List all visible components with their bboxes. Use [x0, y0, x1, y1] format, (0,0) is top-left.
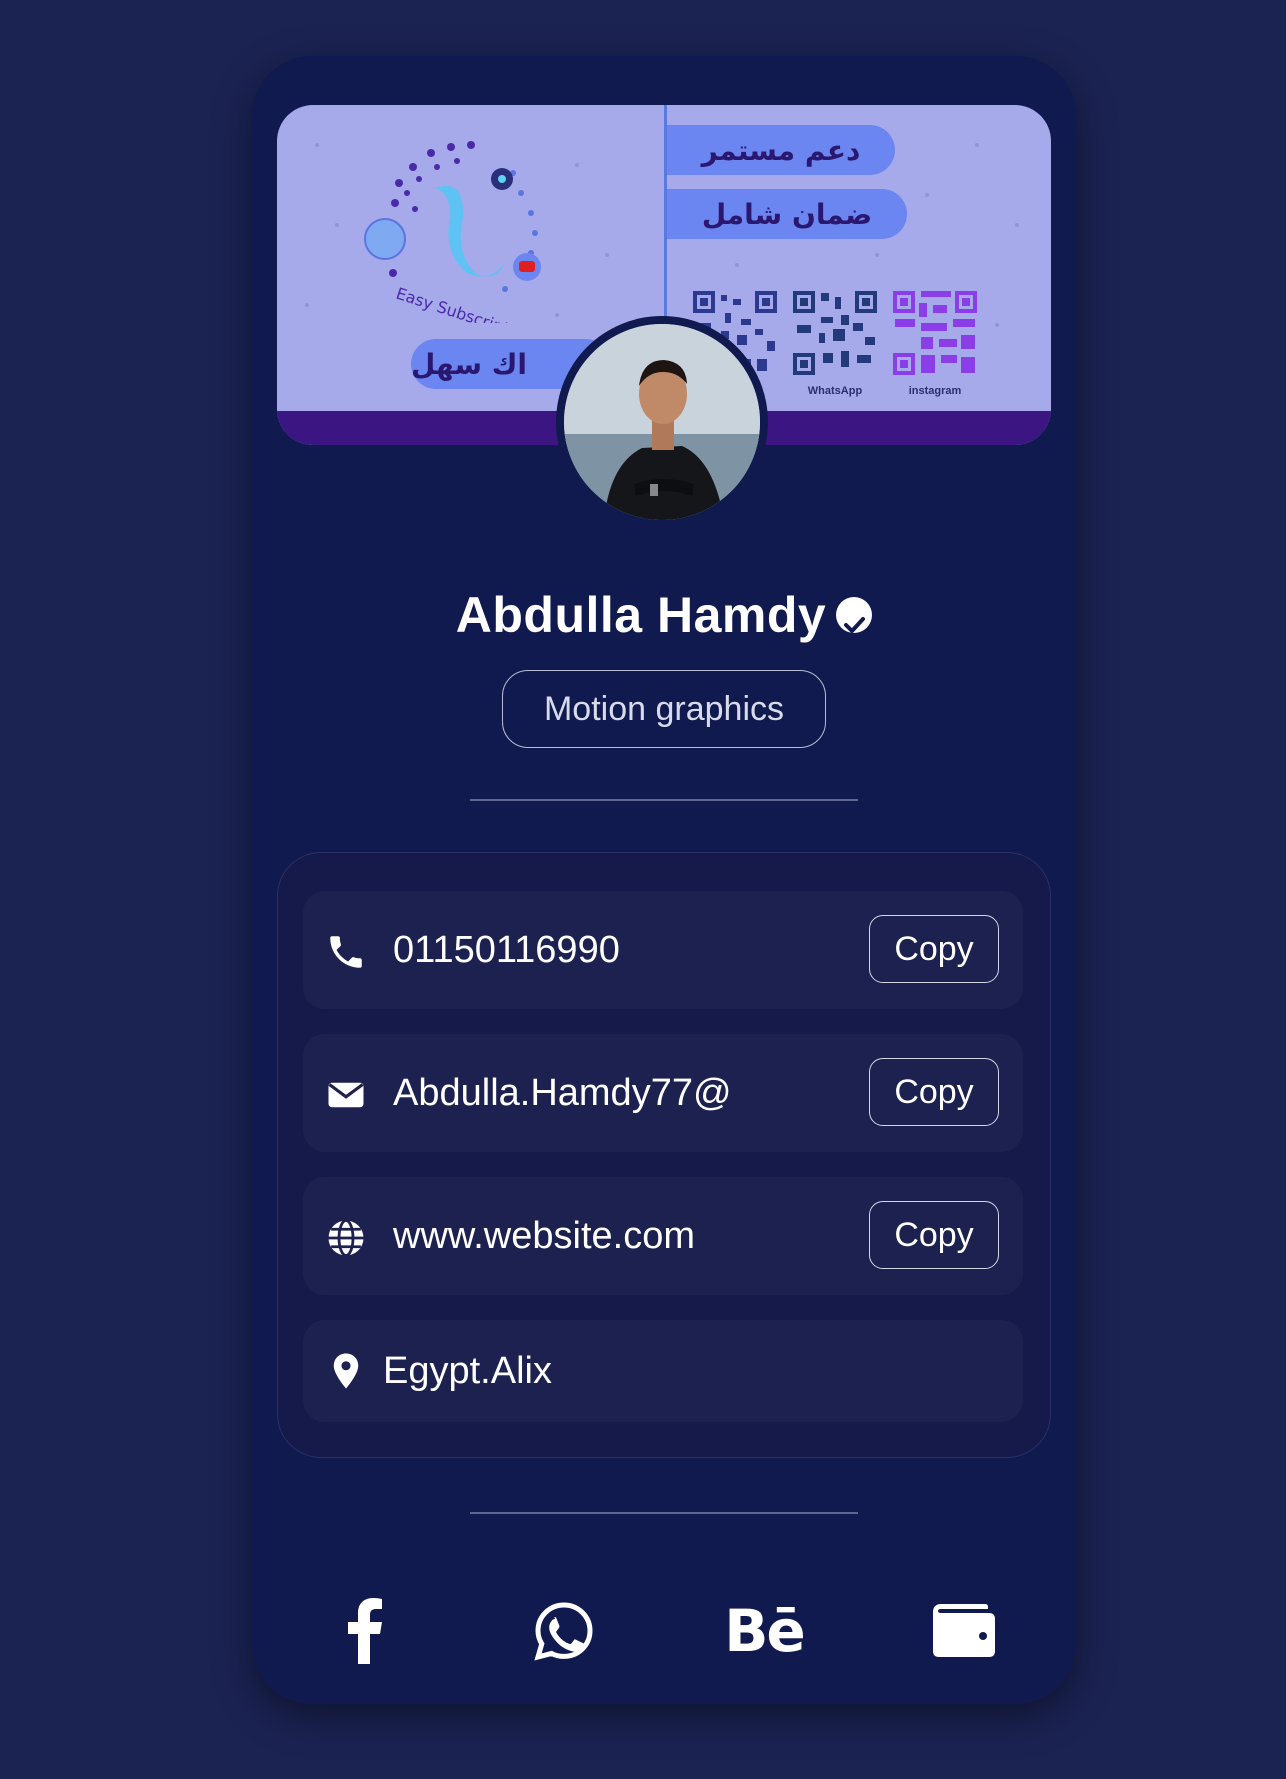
contact-row-phone: 01150116990 Copy	[303, 891, 1023, 1009]
behance-link[interactable]: Bē	[724, 1591, 806, 1671]
phone-icon	[330, 936, 362, 968]
phone-value: 01150116990	[393, 928, 620, 971]
avatar	[556, 316, 768, 528]
check-circle-icon	[836, 596, 873, 633]
copy-email-button[interactable]: Copy	[869, 1058, 999, 1126]
qr-label-whatsapp: WhatsApp	[807, 385, 863, 397]
email-value: Abdulla.Hamdy77@	[393, 1071, 732, 1114]
wallet-link[interactable]	[924, 1591, 1004, 1671]
website-value: www.website.com	[393, 1214, 695, 1257]
whatsapp-icon	[534, 1602, 593, 1661]
banner-pill-continuous-support: دعم مستمر	[667, 125, 895, 175]
wallet-icon	[933, 1604, 995, 1657]
profile-card: Easy Subscription دعم مستمر ضمان شامل اك…	[252, 56, 1076, 1704]
logo-text: Easy Subscription	[394, 284, 535, 323]
copy-website-button[interactable]: Copy	[869, 1201, 999, 1269]
contact-row-website: www.website.com Copy	[303, 1177, 1023, 1295]
whatsapp-qr-code-icon	[791, 289, 879, 377]
profile-name-text: Abdulla Hamdy	[455, 587, 827, 643]
location-value: Egypt.Alix	[383, 1349, 552, 1392]
role-badge: Motion graphics	[502, 670, 826, 748]
banner-pill-full-warranty: ضمان شامل	[667, 189, 907, 239]
facebook-icon	[348, 1598, 382, 1664]
map-pin-icon	[333, 1353, 359, 1389]
envelope-icon	[328, 1082, 364, 1108]
contact-row-location: Egypt.Alix	[303, 1320, 1023, 1422]
instagram-qr-code-icon	[891, 289, 979, 377]
profile-photo	[564, 324, 760, 520]
profile-name: Abdulla Hamdy	[252, 586, 1076, 644]
whatsapp-link[interactable]	[524, 1591, 604, 1671]
contact-row-email: Abdulla.Hamdy77@ Copy	[303, 1034, 1023, 1152]
behance-icon: Bē	[724, 1597, 806, 1665]
globe-icon	[328, 1219, 364, 1257]
contact-panel: 01150116990 Copy Abdulla.Hamdy77@ Copy w…	[277, 852, 1051, 1458]
divider-bottom	[470, 1512, 858, 1514]
facebook-link[interactable]	[324, 1591, 404, 1671]
easy-subscription-logo: Easy Subscription	[364, 141, 541, 323]
divider-top	[470, 799, 858, 801]
copy-phone-button[interactable]: Copy	[869, 915, 999, 983]
qr-label-instagram: instagram	[908, 385, 962, 397]
